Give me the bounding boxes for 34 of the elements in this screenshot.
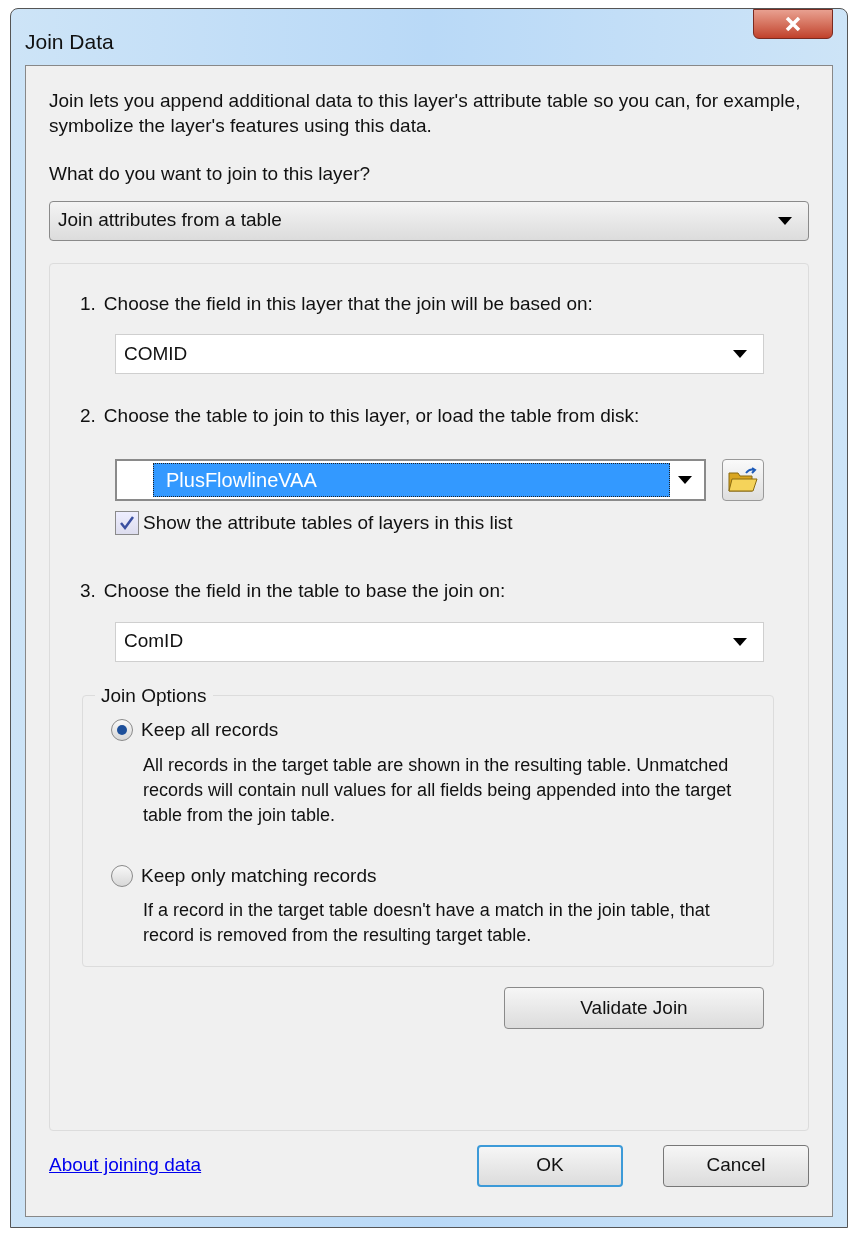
field-dropdown[interactable]: COMID — [115, 334, 764, 374]
validate-join-button[interactable]: Validate Join — [504, 987, 764, 1029]
close-button[interactable] — [753, 9, 833, 39]
dropdown-arrow-icon — [733, 350, 747, 358]
checkbox-label: Show the attribute tables of layers in this list — [143, 510, 513, 535]
step-number: 1. — [80, 291, 96, 316]
option-description: If a record in the target table doesn't have a match in the join table, that record is removed from the resulting target table. — [142, 899, 711, 947]
close-icon — [785, 17, 801, 31]
step-label: Choose the field in the table to base the join on: — [103, 579, 506, 603]
step-number: 3. — [80, 579, 96, 603]
dropdown-arrow-icon — [678, 475, 692, 484]
option-description: All records in the target table are shown in the resulting table. Unmatched records will contain null values for all fields being appended into the target table from the join table. — [142, 753, 733, 827]
intro-text: Join lets you append additional data to this layer's attribute table so you can, for example, symbolize the layer's features using this data. — [49, 89, 802, 138]
window-title: Join Data — [25, 29, 114, 55]
group-title: Join Options — [100, 683, 208, 708]
checkmark-icon — [119, 514, 135, 531]
dropdown-arrow-icon — [778, 216, 792, 225]
folder-icon — [728, 466, 758, 493]
dropdown-arrow-icon — [733, 637, 747, 646]
question-label: What do you want to join to this layer? — [49, 162, 372, 186]
step-number: 2. — [80, 404, 96, 428]
step-label: Choose the table to join to this layer, or load the table from disk: — [103, 404, 640, 428]
dialog-button[interactable]: OK — [477, 1144, 623, 1187]
help-link[interactable]: About joining data — [49, 1151, 202, 1180]
step-label: Choose the field in this layer that the join will be based on: — [103, 291, 593, 316]
radio-button[interactable] — [111, 864, 133, 887]
field-dropdown[interactable]: ComID — [115, 621, 764, 662]
option-label: Keep only matching records — [141, 863, 377, 888]
option-label: Keep all records — [141, 718, 279, 742]
dialog-button[interactable]: Cancel — [663, 1144, 809, 1187]
open-folder-button[interactable] — [722, 458, 764, 501]
join-type-dropdown[interactable]: Join attributes from a table — [49, 200, 809, 241]
checkbox[interactable] — [115, 510, 139, 535]
radio-button[interactable] — [111, 719, 133, 742]
